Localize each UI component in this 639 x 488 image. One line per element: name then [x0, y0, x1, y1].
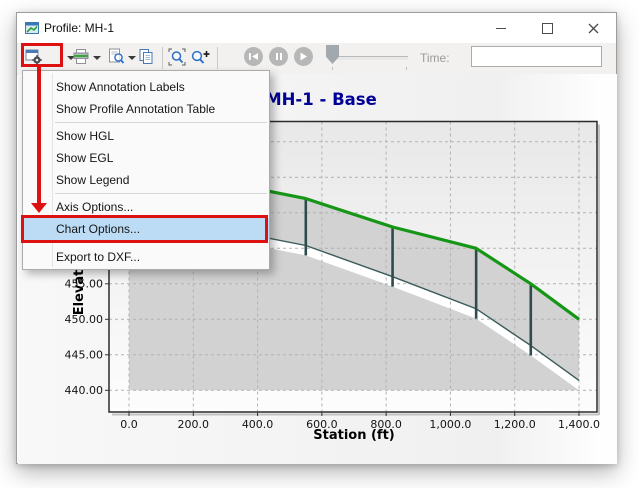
y-tick-label: 445.00 [65, 348, 104, 361]
copy-icon [138, 48, 155, 66]
toolbar-separator [162, 47, 163, 69]
annotation-highlight-chart-options [21, 215, 268, 243]
menu-separator [55, 193, 267, 194]
menu-item-show-hgl[interactable]: Show HGL [23, 125, 269, 147]
chart-title: MH-1 - Base [265, 90, 377, 109]
titlebar[interactable]: Profile: MH-1 [17, 13, 616, 43]
caption-buttons [478, 13, 616, 43]
window-title: Profile: MH-1 [44, 13, 114, 43]
zoom-window-button[interactable] [190, 48, 210, 68]
x-tick-label: 1,200.0 [494, 418, 536, 431]
menu-item-show-egl[interactable]: Show EGL [23, 147, 269, 169]
time-slider-track[interactable] [329, 56, 408, 60]
menu-item-show-annotation-labels[interactable]: Show Annotation Labels [23, 76, 269, 98]
slider-tick [332, 67, 333, 70]
x-tick-label: 1,400.0 [558, 418, 600, 431]
pause-button[interactable] [269, 47, 288, 66]
menu-item-show-profile-annotation-table[interactable]: Show Profile Annotation Table [23, 98, 269, 120]
print-button[interactable] [73, 48, 89, 68]
annotation-arrow-shaft [37, 67, 41, 203]
window-profile-icon [25, 21, 39, 35]
pause-icon [275, 52, 283, 61]
zoom-window-icon [190, 48, 210, 66]
menu-item-export-to-dxf[interactable]: Export to DXF... [23, 246, 269, 268]
skip-to-start-button[interactable] [244, 47, 263, 66]
x-tick-label: 200.0 [178, 418, 210, 431]
annotation-highlight-toolbar-button [21, 43, 63, 67]
screen: Profile: MH-1 [0, 0, 639, 488]
copy-button[interactable] [138, 48, 155, 68]
close-icon [588, 23, 599, 34]
print-preview-icon [108, 48, 125, 66]
play-icon [299, 52, 308, 61]
zoom-extents-icon [168, 48, 186, 66]
maximize-icon [542, 23, 553, 34]
play-button[interactable] [294, 47, 313, 66]
time-label: Time: [420, 43, 450, 74]
minimize-button[interactable] [478, 13, 524, 43]
print-preview-dropdown-arrow[interactable] [128, 56, 136, 60]
zoom-extents-button[interactable] [168, 48, 186, 68]
print-preview-button[interactable] [108, 48, 125, 68]
close-button[interactable] [570, 13, 616, 43]
minimize-icon [496, 28, 506, 29]
x-tick-label: 400.0 [242, 418, 274, 431]
print-dropdown-arrow[interactable] [93, 56, 101, 60]
slider-tick [406, 67, 407, 70]
time-input[interactable] [471, 46, 602, 67]
toolbar-separator [217, 47, 218, 69]
x-tick-label: 1,000.0 [429, 418, 471, 431]
menu-separator [55, 122, 267, 123]
maximize-button[interactable] [524, 13, 570, 43]
time-slider-handle[interactable] [326, 45, 339, 64]
x-axis-title: Station (ft) [313, 428, 395, 443]
x-tick-label: 0.0 [120, 418, 138, 431]
menu-item-show-legend[interactable]: Show Legend [23, 169, 269, 191]
annotation-arrow-head-icon [31, 203, 47, 213]
print-icon [73, 48, 89, 65]
y-tick-label: 440.00 [65, 384, 104, 397]
skip-to-start-icon [248, 52, 259, 61]
